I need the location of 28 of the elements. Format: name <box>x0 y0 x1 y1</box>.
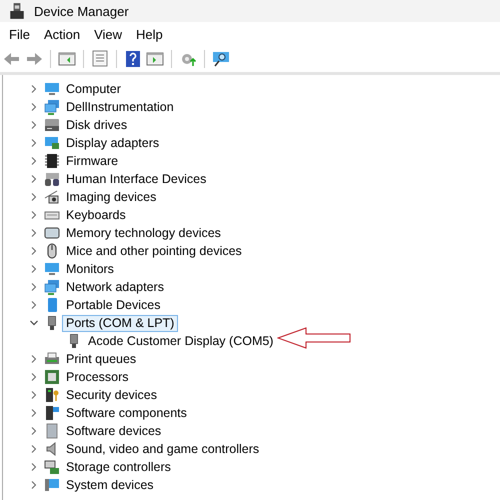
tree-item[interactable]: Keyboards <box>62 206 130 224</box>
tree-item[interactable]: Display adapters <box>62 134 164 152</box>
tree-item[interactable]: Processors <box>62 368 133 386</box>
tree-item[interactable]: Mice and other pointing devices <box>62 242 246 260</box>
tree-item[interactable]: Disk drives <box>62 116 132 134</box>
tree-item[interactable]: Human Interface Devices <box>62 170 210 188</box>
menu-item[interactable]: Help <box>129 24 170 44</box>
tree-item[interactable]: Software devices <box>62 422 166 440</box>
tree-item[interactable]: Monitors <box>62 260 118 278</box>
tree-item[interactable]: Portable Devices <box>62 296 164 314</box>
tree-item[interactable]: Network adapters <box>62 278 168 296</box>
menu-item[interactable]: Action <box>36 24 88 44</box>
tree-item[interactable]: Computer <box>62 80 125 98</box>
window-title: Device Manager <box>34 4 129 18</box>
tree-item[interactable]: Storage controllers <box>62 458 175 476</box>
tree-item[interactable]: Imaging devices <box>62 188 160 206</box>
tree-item[interactable]: DellInstrumentation <box>62 98 178 116</box>
tree-item[interactable]: Software components <box>62 404 191 422</box>
tree-item[interactable]: System devices <box>62 476 158 494</box>
tree-item[interactable]: Firmware <box>62 152 122 170</box>
menu-item[interactable]: File <box>2 24 37 44</box>
tree-item[interactable]: Security devices <box>62 386 162 404</box>
menu-item[interactable]: View <box>87 24 130 44</box>
tree-item[interactable]: Acode Customer Display (COM5) <box>84 332 278 350</box>
tree-item[interactable]: Ports (COM & LPT) <box>62 314 178 332</box>
tree-item[interactable]: Print queues <box>62 350 140 368</box>
tree-item[interactable]: Sound, video and game controllers <box>62 440 264 458</box>
tree-item[interactable]: Memory technology devices <box>62 224 225 242</box>
